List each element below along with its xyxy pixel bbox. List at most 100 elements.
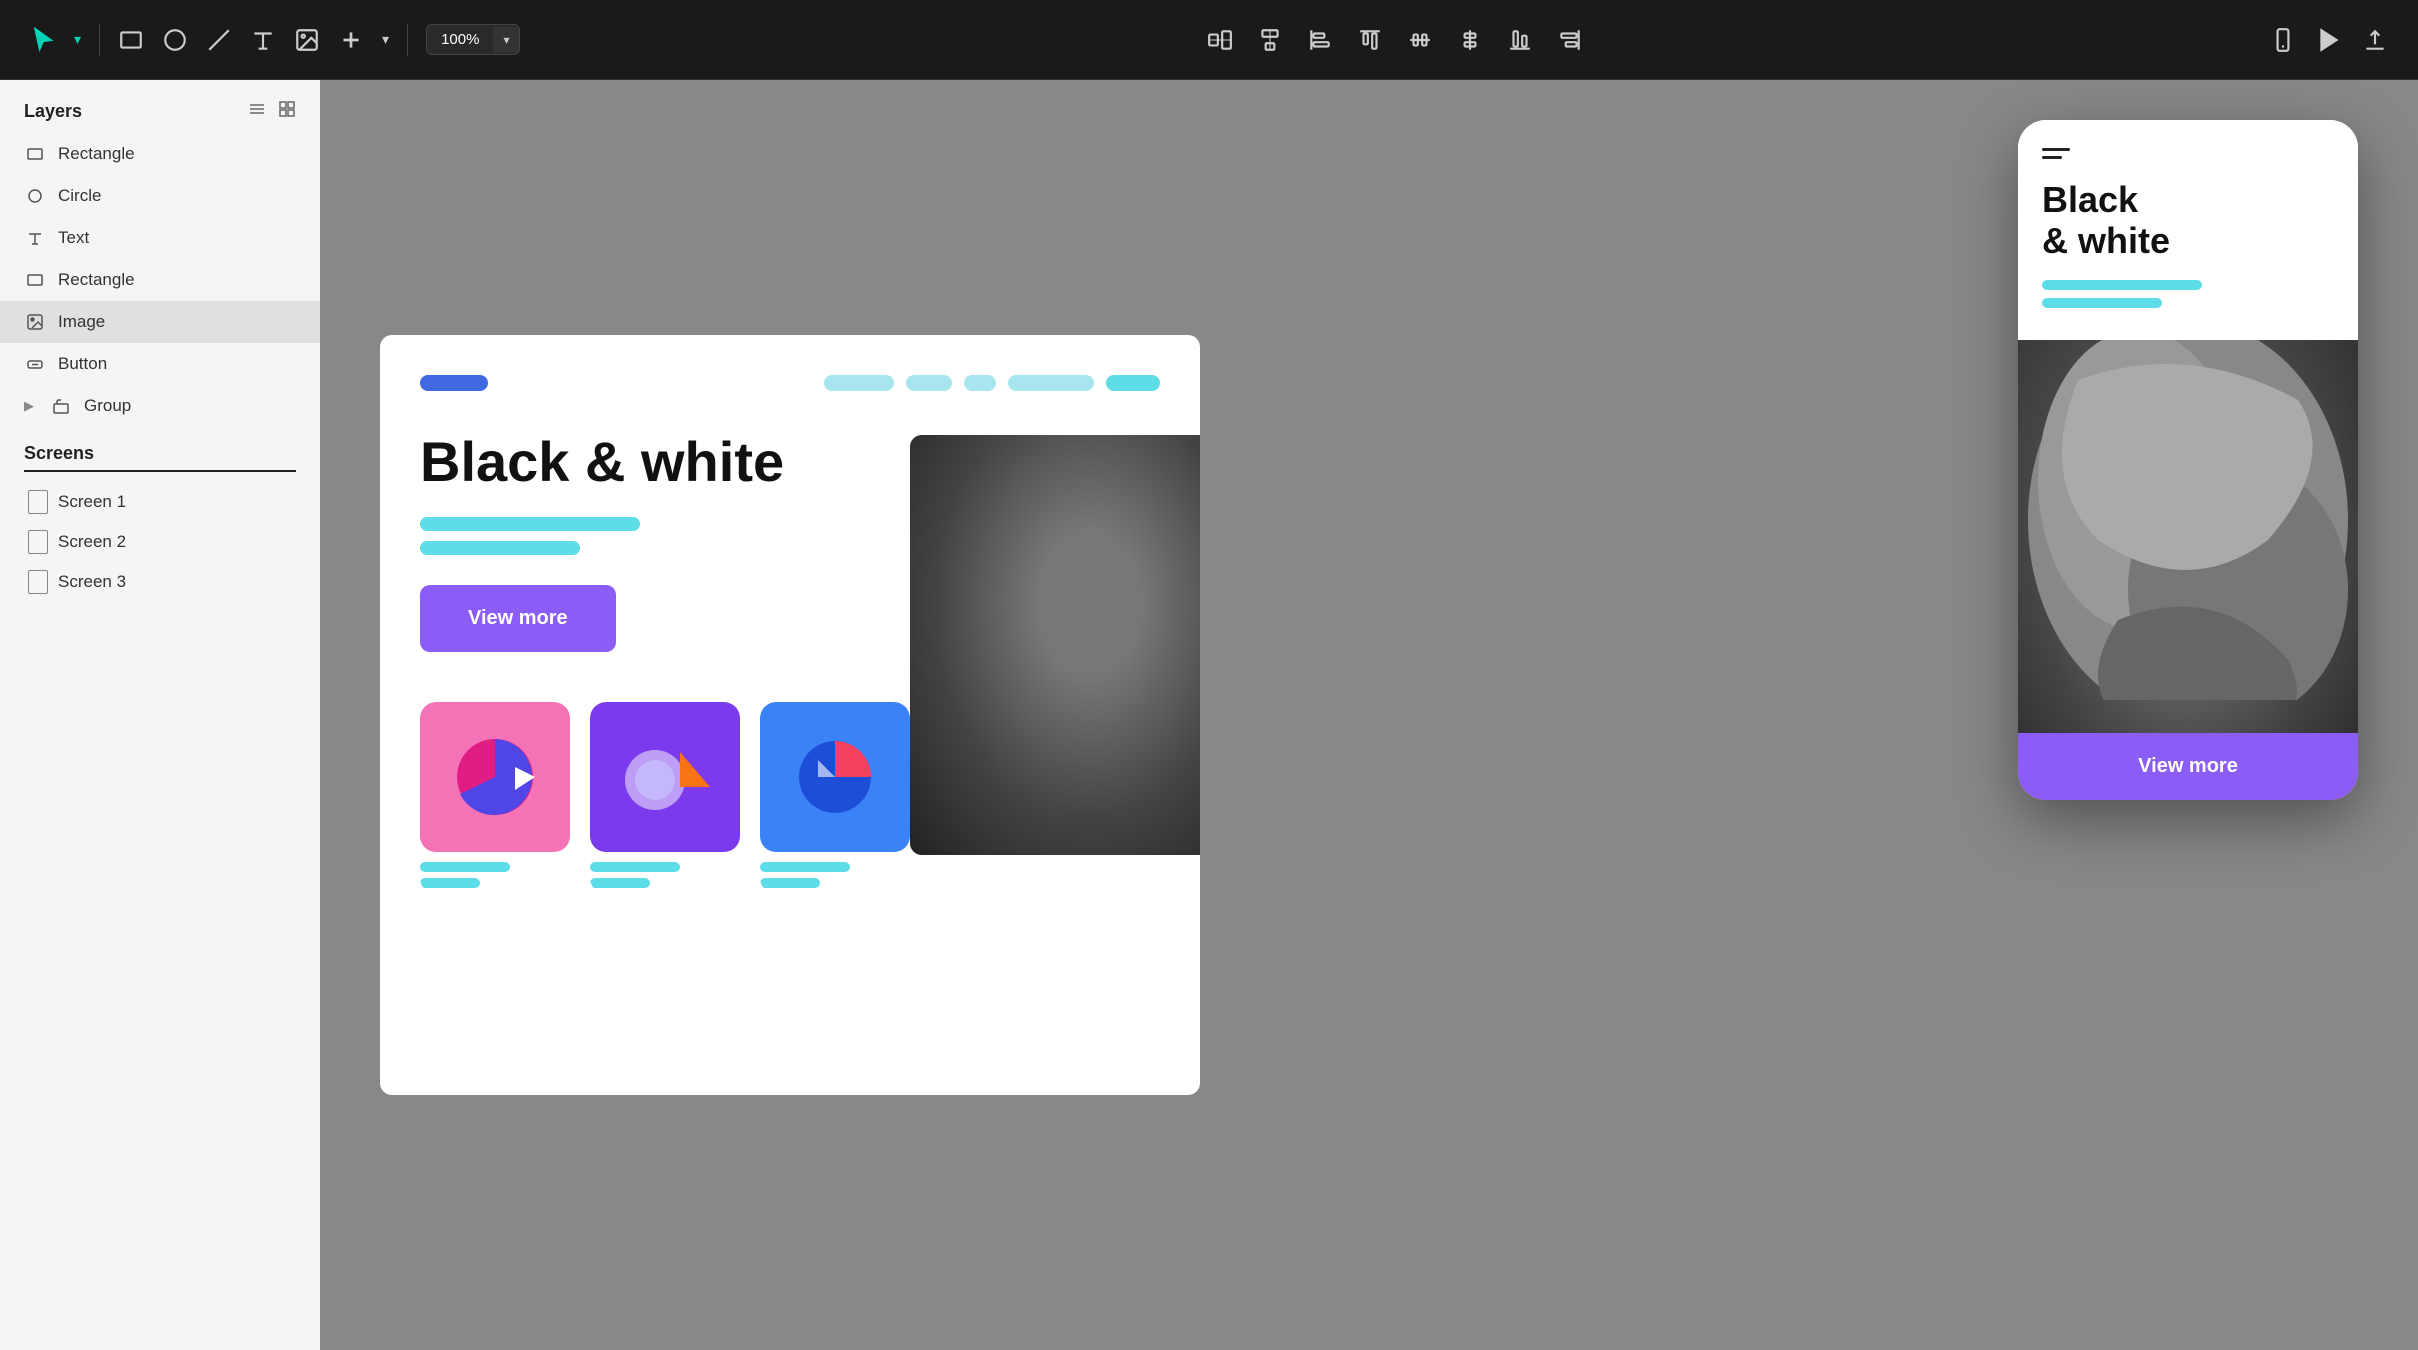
align-horizontal-tool[interactable]: [1207, 27, 1233, 53]
sidebar: Layers: [0, 80, 320, 1350]
group-layer-icon: [50, 395, 72, 417]
mobile-preview-tool[interactable]: [2270, 27, 2296, 53]
card-label-line-2: [420, 878, 480, 888]
screen-name-3: Screen 3: [58, 572, 126, 592]
card-image-3: [760, 702, 910, 852]
screen-icon-3: [28, 570, 48, 594]
screen-item-1[interactable]: Screen 1: [24, 482, 296, 522]
layer-item-rectangle-2[interactable]: Rectangle: [0, 259, 320, 301]
align-bottom-tool[interactable]: [1507, 27, 1533, 53]
export-tool[interactable]: [2362, 27, 2388, 53]
layer-item-button[interactable]: Button: [0, 343, 320, 385]
layer-name: Circle: [58, 186, 101, 206]
card-1: [420, 702, 570, 894]
canvas-navbar: [420, 375, 1160, 391]
card-labels-2: [590, 862, 740, 888]
mobile-subtitle: [2042, 280, 2334, 308]
layer-item-image[interactable]: Image: [0, 301, 320, 343]
screen-item-2[interactable]: Screen 2: [24, 522, 296, 562]
nav-logo-bar: [420, 375, 488, 391]
select-tool[interactable]: [30, 27, 56, 53]
toolbar-right: [2270, 27, 2388, 53]
layers-toolbar: [248, 100, 296, 123]
layer-name: Rectangle: [58, 144, 135, 164]
card-label-line-6: [760, 878, 820, 888]
align-right-tool[interactable]: [1557, 27, 1583, 53]
mobile-view-more-button[interactable]: View more: [2040, 755, 2336, 778]
button-layer-icon: [24, 353, 46, 375]
toolbar-align: [540, 27, 2250, 53]
card-label-line-4: [590, 878, 650, 888]
mobile-header: Black& white: [2018, 120, 2358, 340]
circle-tool[interactable]: [162, 27, 188, 53]
view-more-button[interactable]: View more: [420, 585, 616, 652]
mobile-plant-image: [2018, 340, 2358, 733]
card-graphic-1: [420, 702, 570, 852]
rectangle-layer-icon: [24, 143, 46, 165]
align-top-tool[interactable]: [1357, 27, 1383, 53]
add-dropdown[interactable]: ▾: [382, 31, 389, 48]
layer-item-text[interactable]: Text: [0, 217, 320, 259]
screen-name-1: Screen 1: [58, 492, 126, 512]
mobile-subtitle-line-1: [2042, 280, 2202, 290]
card-label-line-5: [760, 862, 850, 872]
layers-grid-icon[interactable]: [278, 100, 296, 123]
text-tool[interactable]: [250, 27, 276, 53]
play-preview-tool[interactable]: [2316, 27, 2342, 53]
toolbar-left: ▾: [30, 24, 520, 56]
mobile-menu-icon: [2042, 148, 2070, 159]
screen-icon-2: [28, 530, 48, 554]
group-arrow-icon: ▶: [24, 398, 34, 414]
mobile-preview: Black& white View m: [2018, 120, 2358, 800]
layers-title: Layers: [24, 101, 82, 122]
layer-name: Image: [58, 312, 105, 332]
nav-pill-5: [1106, 375, 1160, 391]
layer-item-circle[interactable]: Circle: [0, 175, 320, 217]
layer-name: Button: [58, 354, 107, 374]
screen-icon-1: [28, 490, 48, 514]
subtitle-line-1: [420, 517, 640, 531]
screens-title: Screens: [24, 443, 296, 472]
distribute-v-tool[interactable]: [1457, 27, 1483, 53]
circle-layer-icon: [24, 185, 46, 207]
card-graphic-2: [590, 702, 740, 852]
zoom-value: 100%: [427, 25, 493, 54]
layer-item-group[interactable]: ▶ Group: [0, 385, 320, 427]
layer-item-rectangle-1[interactable]: Rectangle: [0, 133, 320, 175]
select-dropdown[interactable]: ▾: [74, 31, 81, 48]
card-label-line-3: [590, 862, 680, 872]
nav-pill-2: [906, 375, 952, 391]
distribute-h-tool[interactable]: [1407, 27, 1433, 53]
add-tool[interactable]: [338, 27, 364, 53]
mobile-title: Black& white: [2042, 179, 2334, 262]
align-left-tool[interactable]: [1307, 27, 1333, 53]
nav-pill-1: [824, 375, 894, 391]
image-tool[interactable]: [294, 27, 320, 53]
canvas-plant-image: [910, 435, 1200, 855]
card-image-2: [590, 702, 740, 852]
layer-name: Text: [58, 228, 89, 248]
main-area: Layers: [0, 80, 2418, 1350]
align-center-tool[interactable]: [1257, 27, 1283, 53]
zoom-control[interactable]: 100% ▾: [426, 24, 520, 55]
line-tool[interactable]: [206, 27, 232, 53]
card-3: [760, 702, 910, 894]
layers-list-icon[interactable]: [248, 100, 266, 123]
zoom-dropdown[interactable]: ▾: [493, 27, 519, 53]
design-canvas: Black & white View more: [380, 335, 1200, 1095]
plant-illustration: [910, 435, 1200, 855]
toolbar-divider-2: [407, 24, 408, 56]
text-layer-icon: [24, 227, 46, 249]
card-image-1: [420, 702, 570, 852]
card-labels-1: [420, 862, 570, 888]
menu-line-2: [2042, 156, 2062, 159]
card-label-line-1: [420, 862, 510, 872]
rectangle-layer-icon-2: [24, 269, 46, 291]
mobile-subtitle-line-2: [2042, 298, 2162, 308]
toolbar-divider-1: [99, 24, 100, 56]
nav-pill-3: [964, 375, 996, 391]
card-2: [590, 702, 740, 894]
rectangle-tool[interactable]: [118, 27, 144, 53]
layer-name: Rectangle: [58, 270, 135, 290]
screen-item-3[interactable]: Screen 3: [24, 562, 296, 602]
